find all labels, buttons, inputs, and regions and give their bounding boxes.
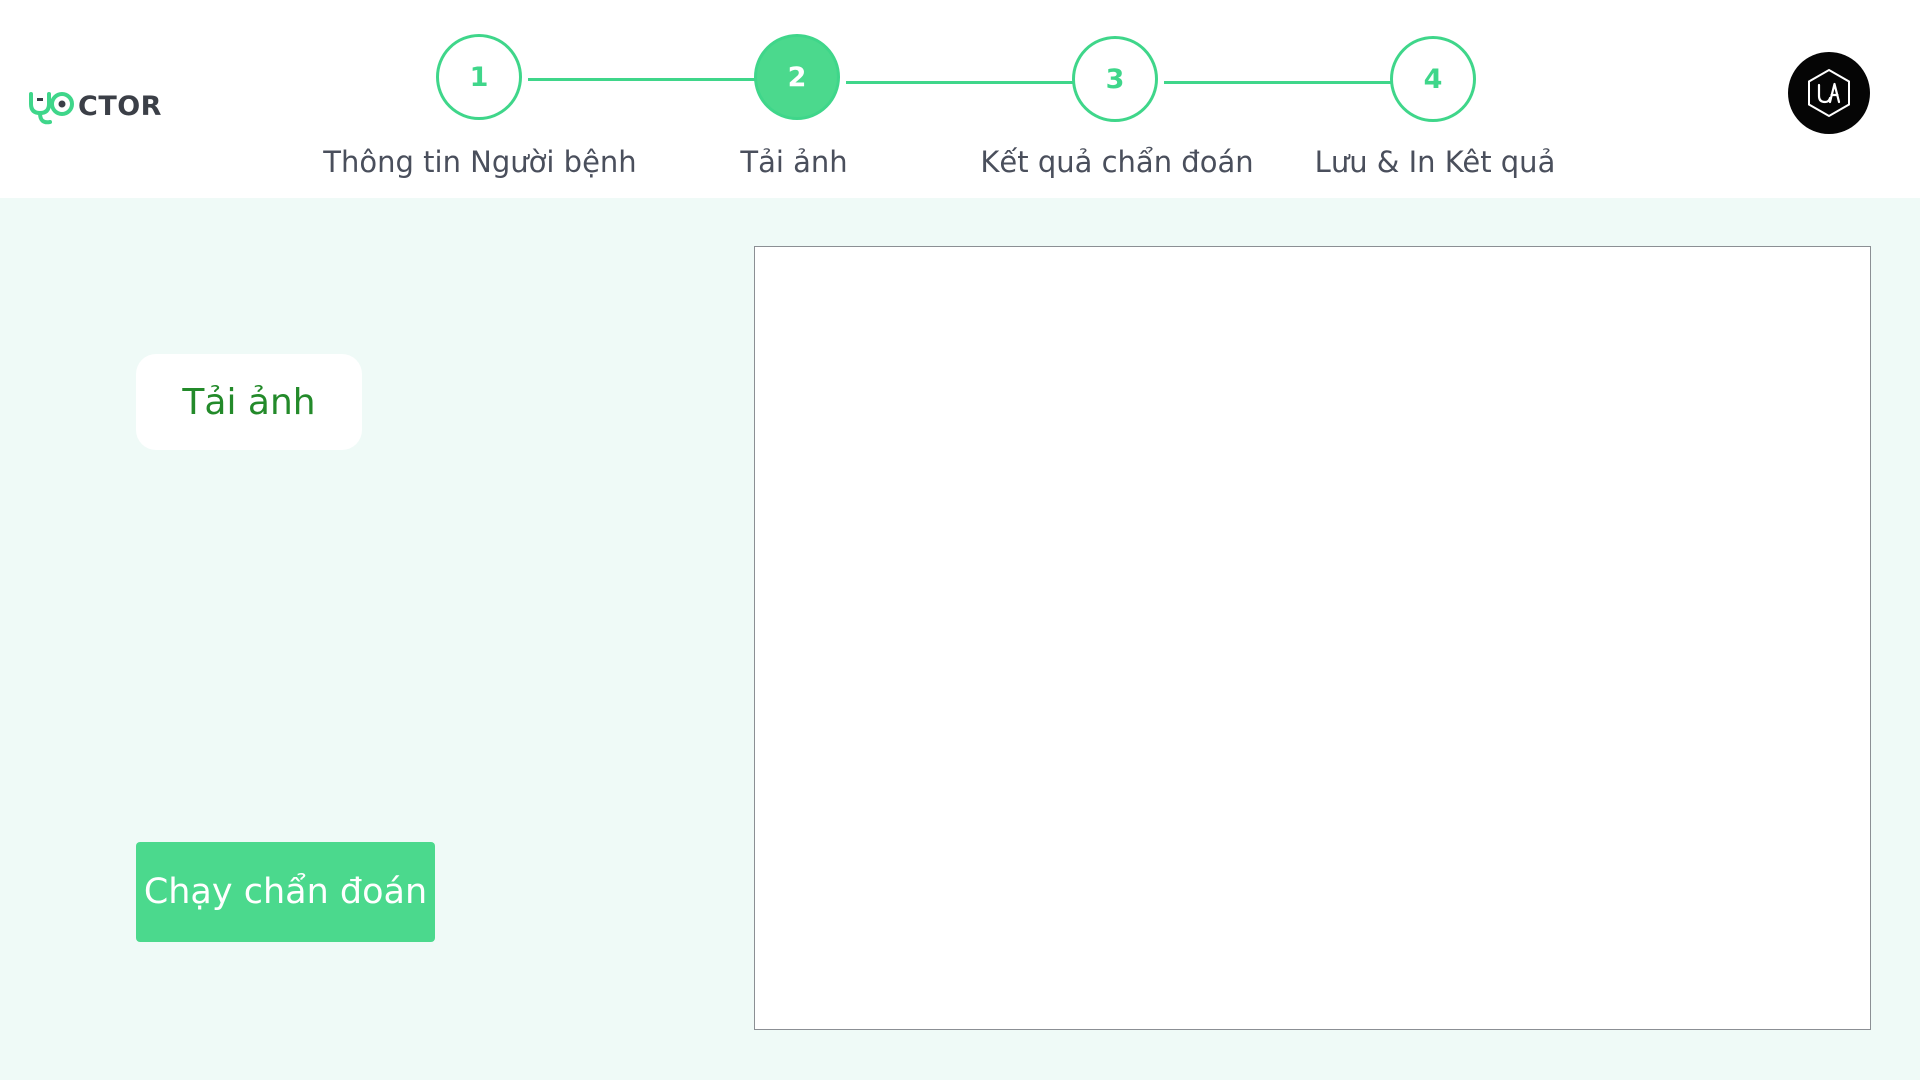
step-3-label: Kết quả chẩn đoán	[980, 145, 1254, 179]
user-avatar[interactable]	[1788, 52, 1870, 134]
step-3-number: 3	[1105, 63, 1125, 95]
top-header: CTOR 1 2 3 4 Thông tin Người bệnh Tải ản…	[0, 0, 1920, 198]
step-connector-3-4	[1164, 81, 1392, 84]
upload-image-button[interactable]: Tải ảnh	[136, 354, 362, 450]
step-1-label: Thông tin Người bệnh	[323, 145, 637, 179]
step-4-number: 4	[1423, 63, 1443, 95]
stethoscope-logo-icon	[29, 92, 74, 125]
step-4-label: Lưu & In Kêt quả	[1314, 145, 1556, 179]
app-logo[interactable]: CTOR	[28, 84, 162, 128]
run-diagnosis-button[interactable]: Chạy chẩn đoán	[136, 842, 435, 942]
logo-wordmark: CTOR	[78, 90, 162, 122]
step-4-circle[interactable]: 4	[1390, 36, 1476, 122]
image-preview-area	[754, 246, 1871, 1030]
step-connector-2-3	[846, 81, 1074, 84]
step-2-label: Tải ảnh	[740, 145, 848, 179]
step-2-number: 2	[787, 61, 807, 93]
step-2-circle[interactable]: 2	[754, 34, 840, 120]
step-1-circle[interactable]: 1	[436, 34, 522, 120]
step-1-number: 1	[469, 61, 489, 93]
ua-hexagon-icon	[1808, 68, 1850, 118]
step-3-circle[interactable]: 3	[1072, 36, 1158, 122]
step-connector-1-2	[528, 78, 756, 81]
